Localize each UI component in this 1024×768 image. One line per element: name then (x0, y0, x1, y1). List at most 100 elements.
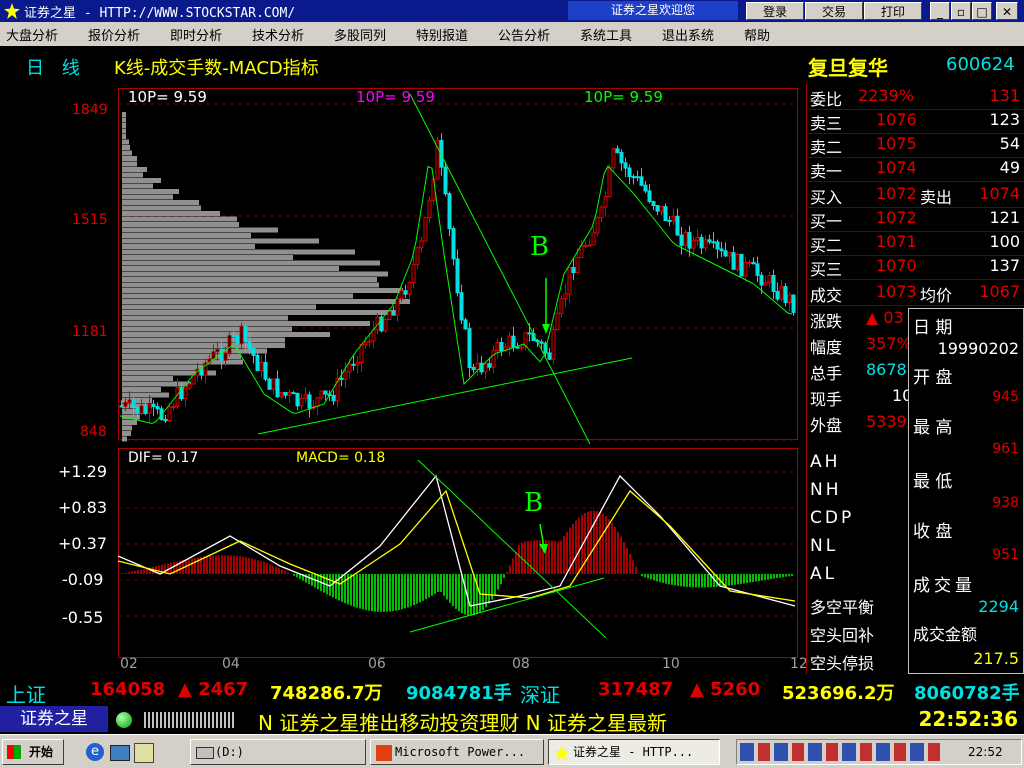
waipan-label: 外盘 (810, 416, 843, 435)
trendline-down-macd (417, 459, 607, 639)
sh-amount: 748286.7万 (270, 683, 383, 704)
indicator-nl: NL (810, 536, 839, 556)
menu-quote-analysis[interactable]: 报价分析 (88, 25, 140, 44)
candle-body (719, 248, 724, 252)
popup-low: 938 (992, 495, 1019, 511)
candle-body (411, 263, 416, 284)
menu-realtime-analysis[interactable]: 即时分析 (170, 25, 222, 44)
annotation-b-kline: B (530, 232, 550, 262)
candle-body (471, 366, 476, 371)
candle-body (687, 232, 692, 249)
candle-body (139, 405, 144, 414)
task-powerpoint[interactable]: Microsoft Power... (370, 739, 544, 765)
candle-body (423, 217, 428, 242)
volume-profile-bar (122, 365, 203, 370)
candle-body (699, 236, 704, 249)
candle-body (343, 371, 348, 380)
task-drive-d[interactable]: (D:) (190, 739, 366, 765)
trendline-up-macd (409, 577, 605, 633)
channel-icon[interactable] (134, 743, 154, 763)
menu-announcement[interactable]: 公告分析 (498, 25, 550, 44)
candle-body (267, 378, 272, 390)
start-flag-icon (7, 745, 21, 759)
volume-profile-bar (122, 288, 403, 293)
candle-body (647, 190, 652, 203)
app-icon (4, 3, 20, 19)
signal-cover: 空头回补 (810, 626, 875, 645)
minimize-button[interactable]: _ (930, 2, 950, 20)
news-scroll[interactable]: N 证券之星推出移动投资理财 N 证券之星最新 (258, 707, 800, 733)
popup-amount-label: 成交金额 (913, 625, 978, 644)
candle-body (623, 162, 628, 169)
annotation-b-macd: B (524, 488, 544, 518)
candle-body (759, 274, 764, 286)
menu-technical-analysis[interactable]: 技术分析 (252, 25, 304, 44)
welcome-banner[interactable]: 证券之星欢迎您 (568, 1, 738, 20)
candle-body (731, 252, 736, 270)
maximize-button[interactable]: □ (972, 2, 992, 20)
candle-body (575, 256, 580, 274)
trade-button[interactable]: 交易 (805, 2, 863, 20)
volume-profile-bar (122, 310, 398, 315)
zongshou-label: 总手 (810, 364, 843, 383)
sz-vol: 8060782手 (914, 683, 1020, 704)
trendline-down-kline (409, 93, 591, 445)
start-label: 开始 (29, 745, 54, 759)
login-button[interactable]: 登录 (746, 2, 804, 20)
candle-body (227, 334, 232, 354)
buy1-price: 1072 (876, 208, 917, 227)
trendline-up-kline (257, 357, 633, 435)
cursor-info-popup: 日 期 19990202 开 盘 945 最 高 961 最 低 938 收 盘… (908, 308, 1024, 674)
menu-exit[interactable]: 退出系统 (662, 25, 714, 44)
buy3-label: 买三 (810, 260, 843, 279)
candle-body (611, 148, 616, 169)
tray-icons[interactable] (740, 743, 940, 761)
drive-icon (196, 747, 214, 759)
candle-body (495, 341, 500, 352)
candle-body (671, 215, 676, 222)
candle-body (567, 267, 572, 295)
print-button[interactable]: 打印 (864, 2, 922, 20)
candle-body (199, 368, 204, 376)
menu-bar: 大盘分析 报价分析 即时分析 技术分析 多股同列 特别报道 公告分析 系统工具 … (0, 22, 1024, 46)
row-buy2: 买二 1071 100 (808, 232, 1024, 256)
zhangdie-val: ▲ 03 (866, 308, 904, 327)
menu-system-tools[interactable]: 系统工具 (580, 25, 632, 44)
volume-profile-bar (122, 315, 288, 321)
candle-body (767, 274, 772, 284)
zongshou-val: 8678 (866, 360, 907, 379)
row-buy1: 买一 1072 121 (808, 208, 1024, 232)
task-stockstar[interactable]: 证券之星 - HTTP... (548, 739, 720, 765)
desktop-icon[interactable] (110, 745, 130, 761)
candle-body (559, 298, 564, 314)
restore-button[interactable]: ▫ (951, 2, 971, 20)
candle-body (667, 219, 672, 222)
candle-body (551, 329, 556, 360)
volume-profile-bar (122, 293, 353, 299)
candle-body (259, 361, 264, 372)
candle-body (315, 397, 320, 407)
candle-body (599, 206, 604, 219)
volume-profile-bar (122, 381, 191, 387)
menu-help[interactable]: 帮助 (744, 25, 770, 44)
candle-body (239, 325, 244, 345)
candle-body (519, 346, 524, 349)
ie-icon[interactable]: e (86, 743, 104, 761)
volume-profile-bar (122, 337, 285, 343)
menu-multi-stock[interactable]: 多股同列 (334, 25, 386, 44)
menu-special-report[interactable]: 特别报道 (416, 25, 468, 44)
indicator-ah: AH (810, 452, 841, 472)
candle-body (547, 352, 552, 360)
popup-close-label: 收 盘 (913, 522, 953, 542)
market-ticker: 上证 164058 ▲ 2467 748286.7万 9084781手 深证 3… (0, 676, 1024, 707)
close-button[interactable]: ✕ (996, 2, 1018, 20)
volume-profile-bar (122, 431, 131, 436)
buy2-vol: 100 (989, 232, 1020, 251)
fudu-label: 幅度 (810, 338, 843, 357)
popup-open-label: 开 盘 (913, 368, 953, 388)
menu-market-analysis[interactable]: 大盘分析 (6, 25, 58, 44)
volume-profile-bar (122, 150, 132, 156)
volume-profile-bar (122, 167, 147, 172)
candle-body (739, 253, 744, 277)
candle-body (663, 206, 668, 221)
